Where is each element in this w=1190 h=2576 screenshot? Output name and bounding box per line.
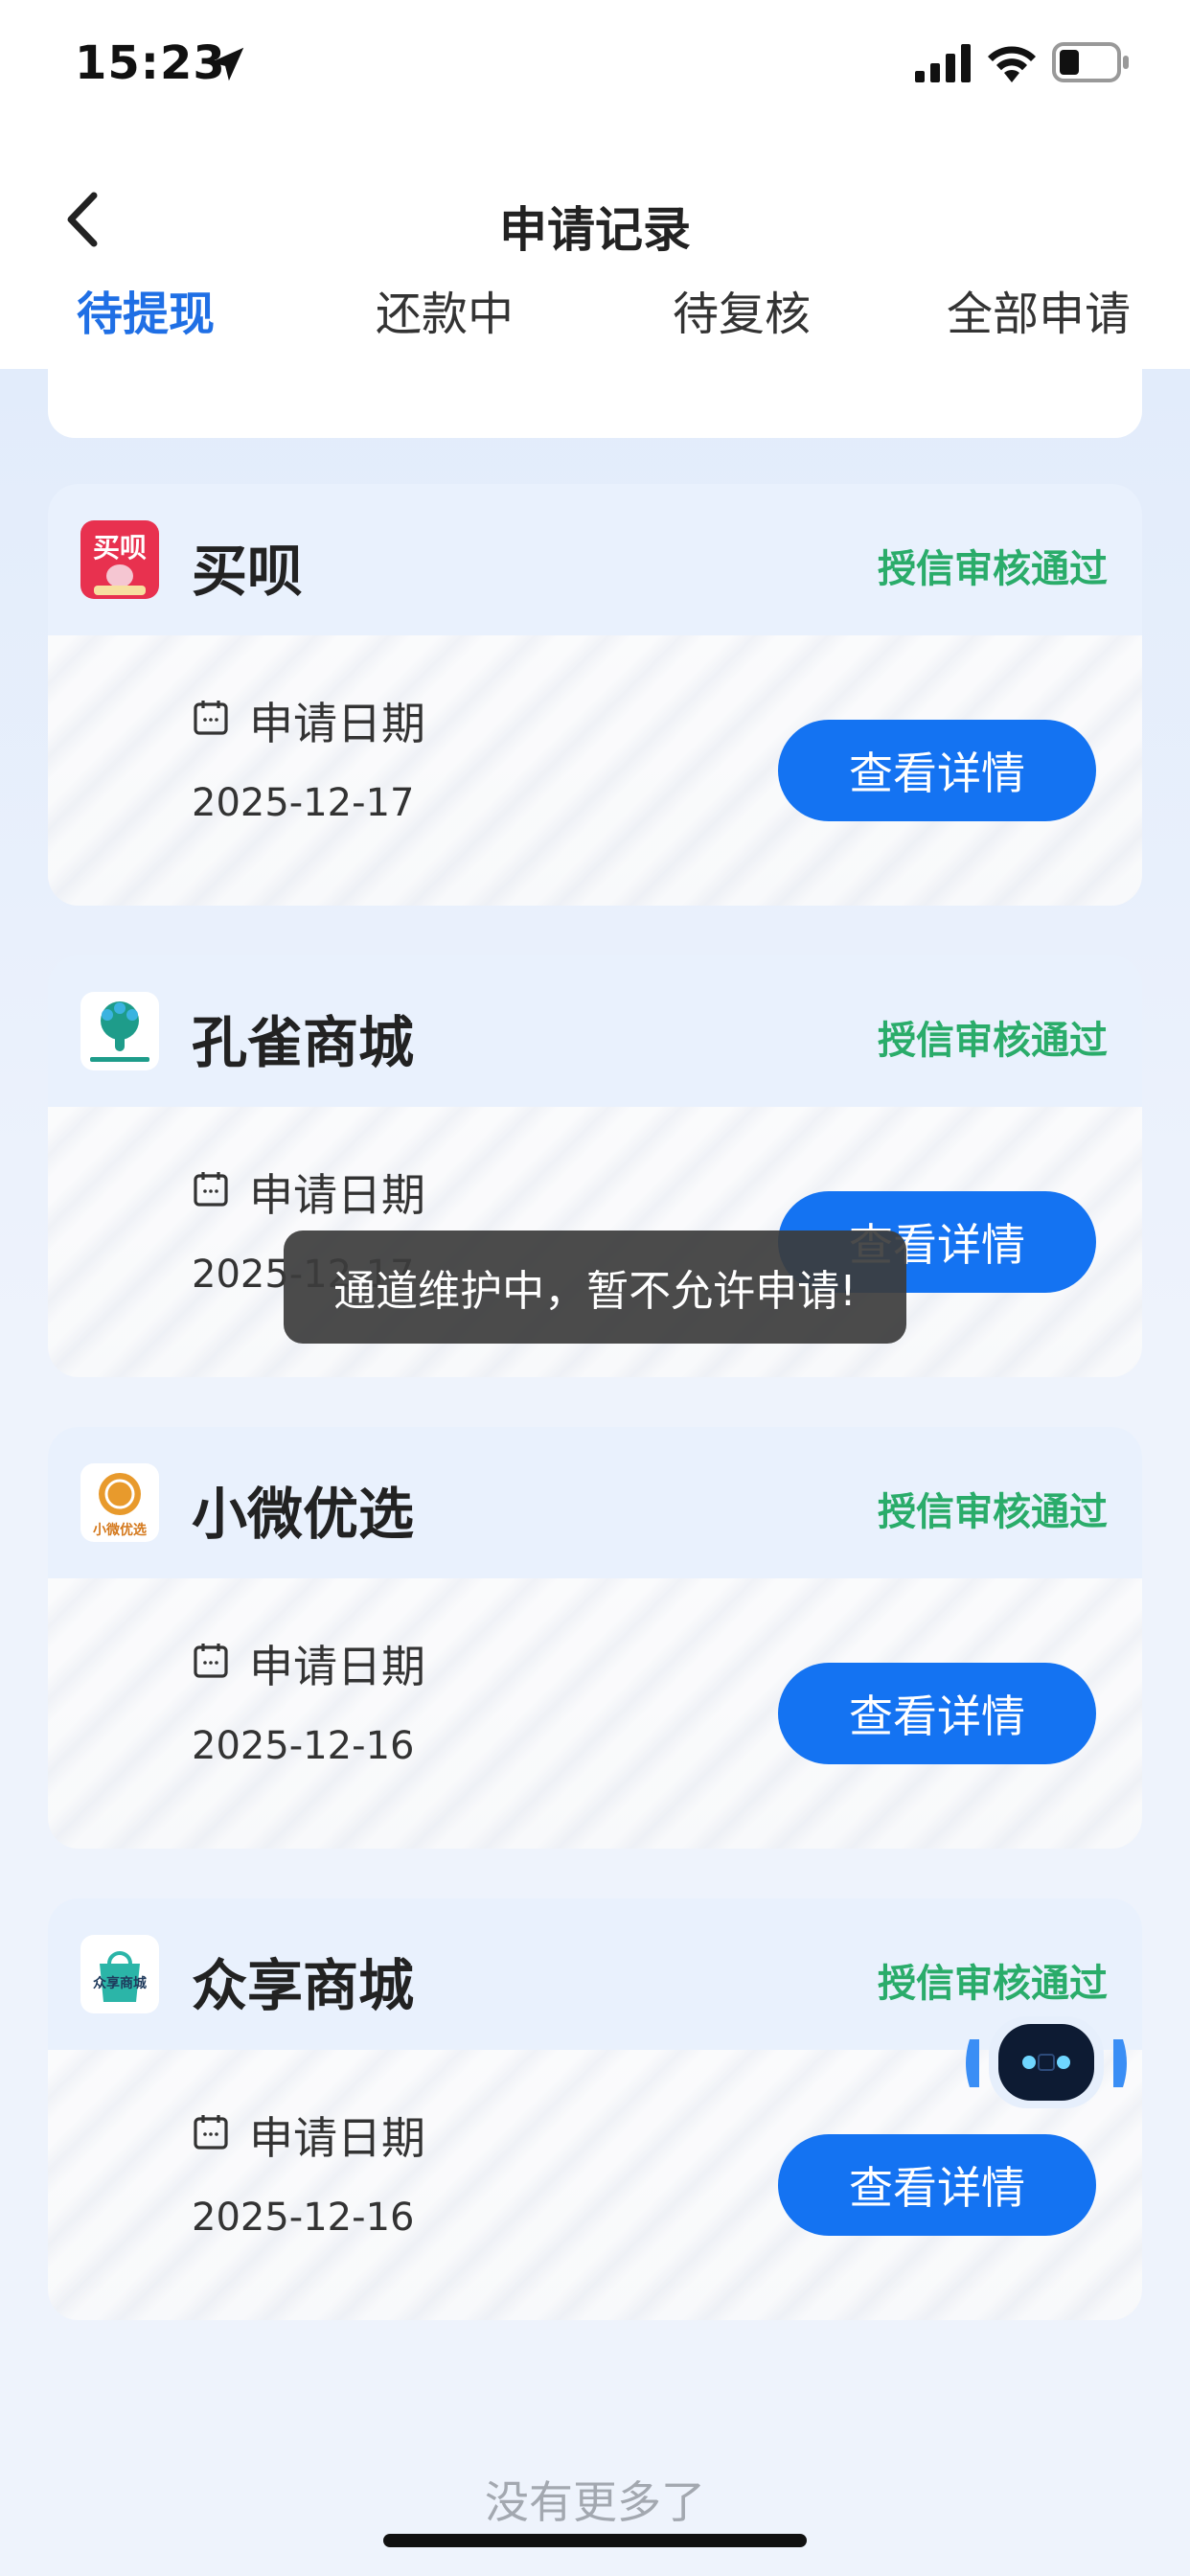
view-details-button[interactable]: 查看详情 (778, 2134, 1096, 2236)
date-label: 申请日期 (249, 2112, 425, 2164)
battery-icon (1052, 42, 1129, 82)
merchant-name: 众享商城 (192, 1953, 415, 2018)
date-label: 申请日期 (249, 698, 425, 749)
status-badge: 授信审核通过 (878, 1490, 1108, 1534)
status-time: 15:23 (75, 36, 226, 90)
merchant-name: 小微优选 (192, 1482, 415, 1547)
page-header: 申请记录 待提现 还款中 待复核 全部申请 (0, 134, 1190, 369)
date-label: 申请日期 (249, 1169, 425, 1221)
home-indicator[interactable] (383, 2534, 807, 2547)
tab-repaying[interactable]: 还款中 (376, 276, 514, 343)
application-date: 2025-12-17 (192, 781, 415, 825)
card-header: 小微优选 小微优选 授信审核通过 (48, 1427, 1142, 1578)
calendar-icon (194, 2115, 228, 2150)
view-details-button[interactable]: 查看详情 (778, 720, 1096, 821)
card-header: 买呗 买呗 授信审核通过 (48, 484, 1142, 635)
location-arrow-icon (210, 47, 244, 81)
xiaowei-logo-icon: 小微优选 (80, 1463, 159, 1542)
merchant-name: 孔雀商城 (192, 1010, 415, 1075)
svg-text:小微优选: 小微优选 (93, 1522, 147, 1538)
wifi-icon (988, 46, 1036, 82)
merchant-name: 买呗 (192, 539, 304, 604)
tab-all-applications[interactable]: 全部申请 (947, 276, 1131, 343)
view-details-button[interactable]: 查看详情 (778, 1663, 1096, 1764)
application-date: 2025-12-16 (192, 2196, 415, 2240)
tab-pending-withdrawal[interactable]: 待提现 (77, 276, 215, 343)
cellular-signal-icon (915, 44, 971, 82)
svg-text:众享商城: 众享商城 (93, 1975, 147, 1991)
svg-text:买呗: 买呗 (93, 532, 147, 564)
calendar-icon (194, 1172, 228, 1207)
status-badge: 授信审核通过 (878, 1019, 1108, 1063)
card-body: 申请日期 2025-12-17 查看详情 (48, 635, 1142, 906)
tab-bar: 待提现 还款中 待复核 全部申请 (0, 276, 1190, 353)
application-date: 2025-12-16 (192, 1724, 415, 1768)
zhongxiang-logo-icon: 众享商城 (80, 1935, 159, 2013)
end-of-list-text: 没有更多了 (485, 2476, 705, 2528)
date-label: 申请日期 (249, 1641, 425, 1692)
tab-pending-review[interactable]: 待复核 (673, 276, 811, 343)
application-card: 小微优选 小微优选 授信审核通过 申请日期 2025-12-16 查看详情 (48, 1427, 1142, 1849)
status-badge: 授信审核通过 (878, 1962, 1108, 2006)
maibei-logo-icon: 买呗 (80, 520, 159, 599)
robot-assistant-icon[interactable] (960, 2011, 1133, 2116)
calendar-icon (194, 1644, 228, 1678)
status-bar: 15:23 (0, 0, 1190, 134)
toast-message: 通道维护中，暂不允许申请! (284, 1230, 906, 1344)
application-card: 买呗 买呗 授信审核通过 申请日期 2025-12-17 查看详情 (48, 484, 1142, 906)
peacock-logo-icon (80, 992, 159, 1070)
page-title: 申请记录 (499, 202, 691, 258)
partial-card (48, 369, 1142, 438)
calendar-icon (194, 701, 228, 735)
status-badge: 授信审核通过 (878, 547, 1108, 591)
card-body: 申请日期 2025-12-16 查看详情 (48, 1578, 1142, 1849)
card-header: 孔雀商城 授信审核通过 (48, 955, 1142, 1107)
